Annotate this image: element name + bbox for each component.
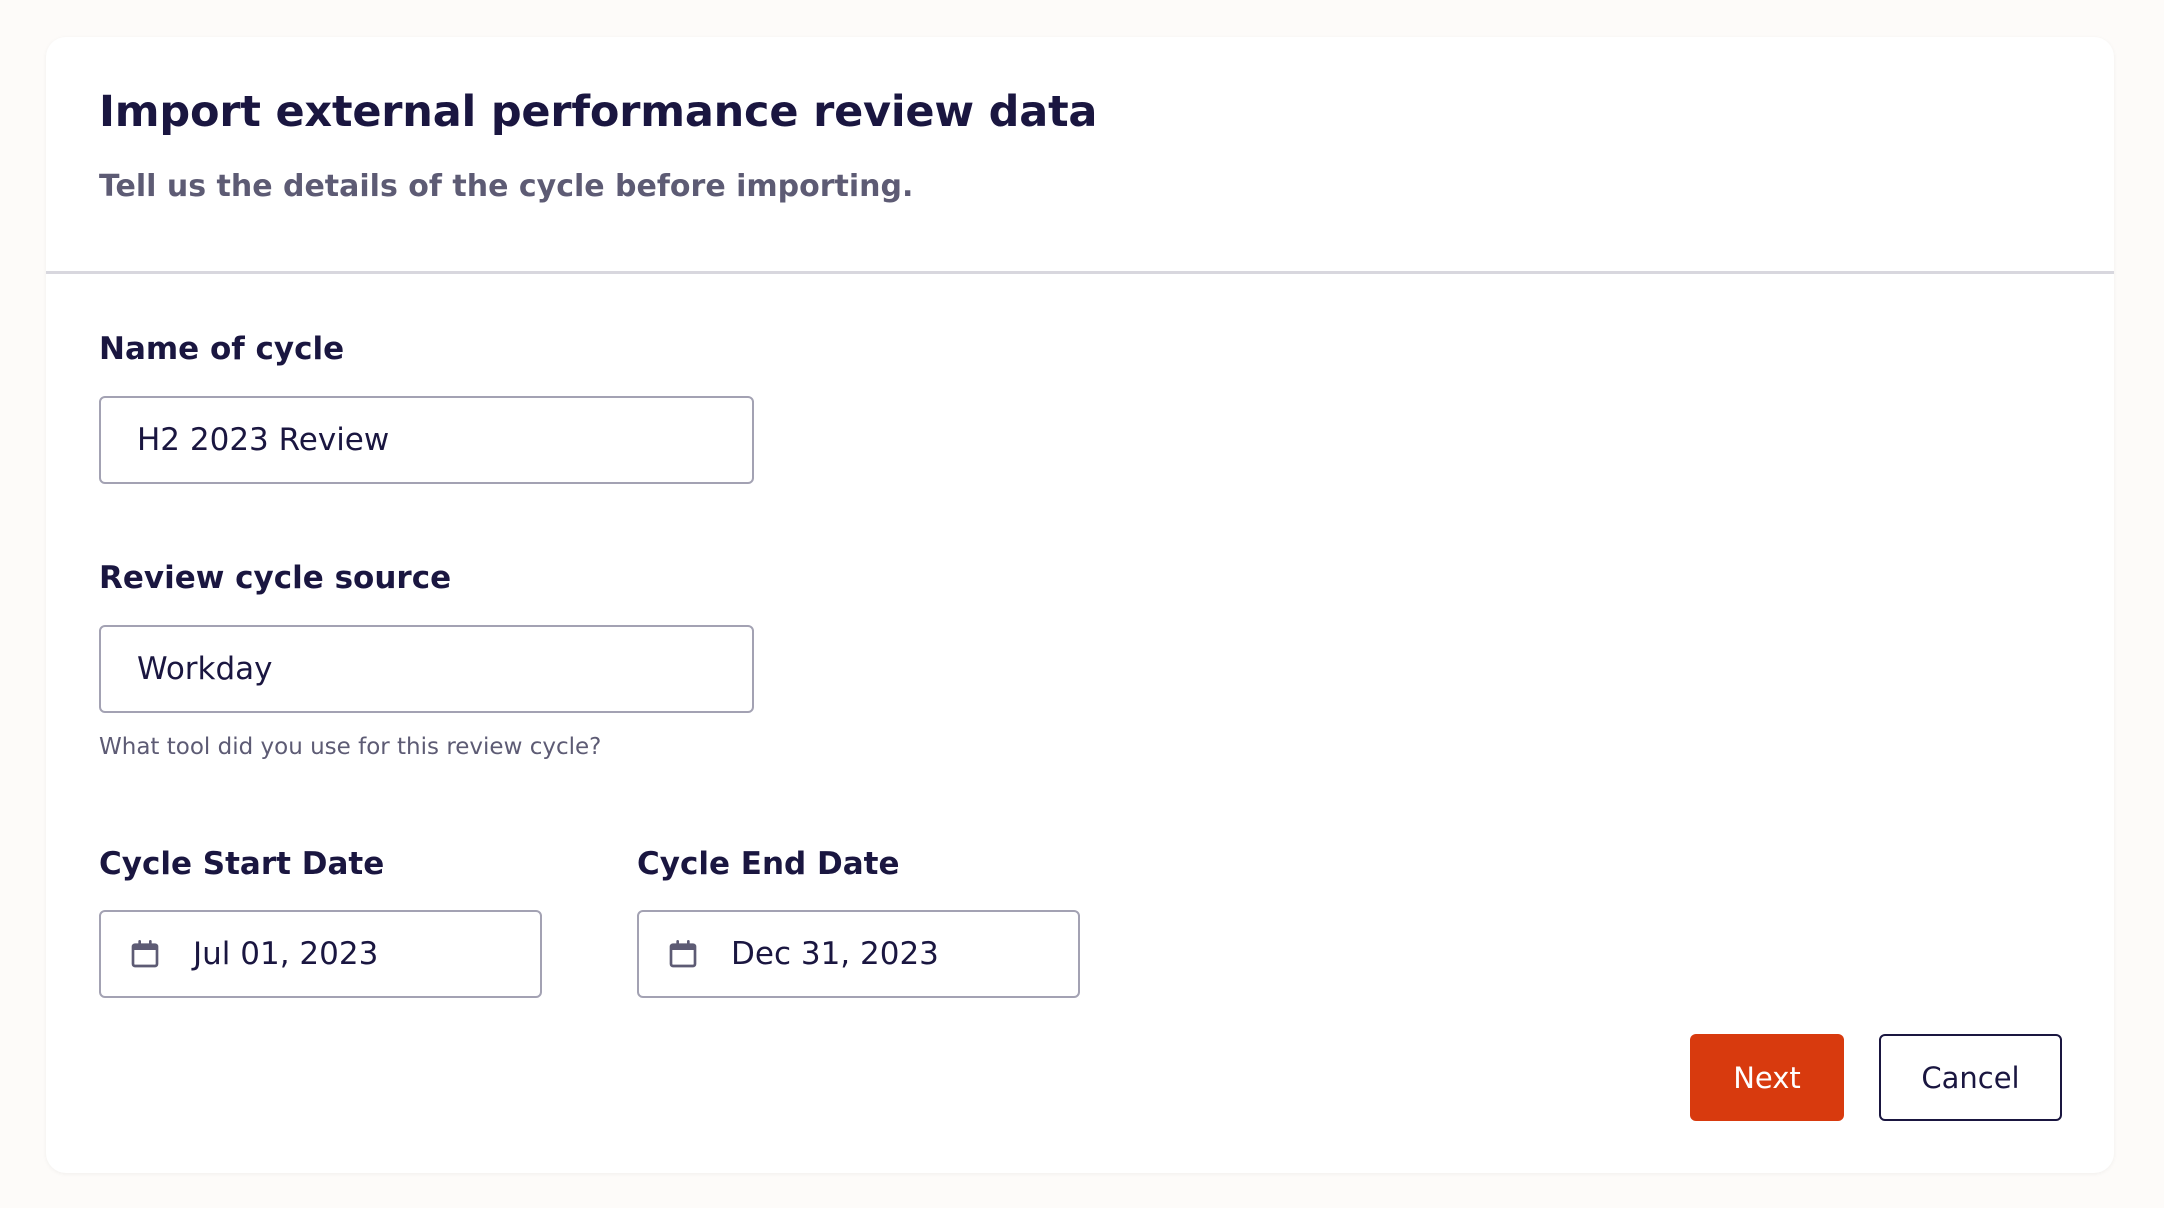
import-dialog: Import external performance review data … — [46, 37, 2114, 1173]
cycle-source-input[interactable]: Workday — [99, 625, 754, 713]
next-button[interactable]: Next — [1690, 1034, 1844, 1121]
calendar-icon — [131, 940, 159, 968]
cycle-source-hint: What tool did you use for this review cy… — [99, 734, 602, 760]
end-date-picker[interactable]: Dec 31, 2023 — [637, 910, 1080, 998]
cycle-name-value: H2 2023 Review — [137, 422, 390, 458]
cycle-name-input[interactable]: H2 2023 Review — [99, 396, 754, 484]
cycle-name-label: Name of cycle — [99, 331, 345, 367]
page-subtitle: Tell us the details of the cycle before … — [99, 169, 914, 204]
calendar-icon — [669, 940, 697, 968]
start-date-picker[interactable]: Jul 01, 2023 — [99, 910, 542, 998]
end-date-value: Dec 31, 2023 — [731, 936, 939, 972]
cycle-source-label: Review cycle source — [99, 560, 452, 596]
end-date-label: Cycle End Date — [637, 846, 900, 882]
dialog-header: Import external performance review data … — [46, 37, 2114, 274]
page-title: Import external performance review data — [99, 87, 1098, 137]
start-date-value: Jul 01, 2023 — [193, 936, 379, 972]
cancel-button[interactable]: Cancel — [1879, 1034, 2062, 1121]
start-date-label: Cycle Start Date — [99, 846, 385, 882]
cycle-source-value: Workday — [137, 651, 273, 687]
